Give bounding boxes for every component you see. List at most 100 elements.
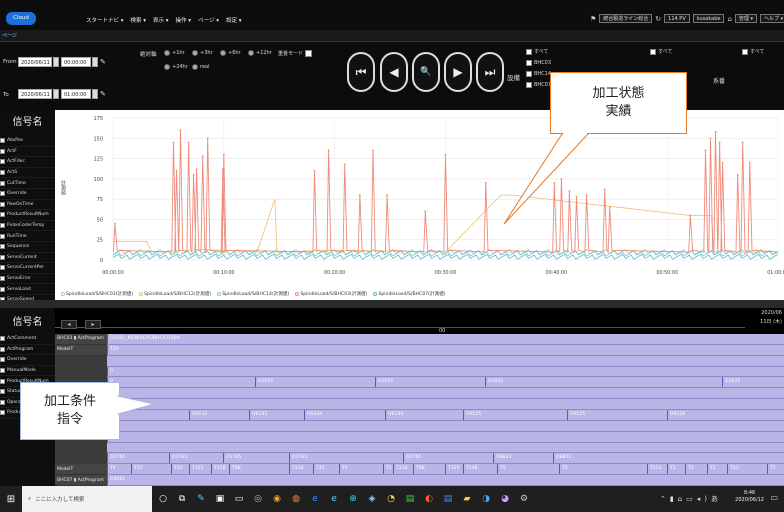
edge-icon[interactable]: e [307,491,323,507]
timeline-segment[interactable]: T98 [413,464,425,475]
radio-1hr[interactable]: +1hr [164,50,185,56]
timeline-lane[interactable]: O0001 [107,475,784,486]
timeline-lane[interactable]: O0132 O0133 O0134 O0134 O0125 O0125 O0126 [107,410,784,421]
signal-item[interactable]: RunTime [0,231,55,242]
help-menu[interactable]: ヘルプ ▾ [760,14,784,23]
excel-icon[interactable]: ▤ [402,491,418,507]
timeline-segment[interactable]: T125 [445,464,460,475]
terminal-icon[interactable]: ▣ [212,491,228,507]
timeline-segment[interactable]: T31 [313,464,325,475]
taskbar-clock[interactable]: 8:46 2020/06/12 [735,490,764,504]
legend-entry[interactable]: SpindleLoad/S/BHC03(計測値) [295,291,367,297]
radio-6hr[interactable]: +6hr [220,50,241,56]
signal-item[interactable]: ActFdec [0,157,55,168]
task-view-icon[interactable]: ⧉ [174,491,190,507]
last-page-button[interactable]: ⏭ [476,52,504,92]
to-calendar-icon[interactable] [53,89,59,99]
timeline-segment[interactable]: T5 [497,464,506,475]
system-tray[interactable]: ⌃▮⌂▭◂)あ [660,494,722,504]
timeline-segment[interactable]: O1765 [223,453,241,464]
equip-check-bhc07[interactable]: BHC07 [526,82,551,88]
timeline-segment[interactable]: T20 [107,344,119,355]
signal-item[interactable]: Override [0,189,55,200]
ie-icon[interactable]: e [326,491,342,507]
next-button[interactable]: ▶ [444,52,472,92]
timeline-segment[interactable]: O1765 [289,453,307,464]
to-edit-icon[interactable]: ✎ [100,90,106,98]
timeline-segment[interactable]: O0134 [385,410,403,420]
timeline-segment[interactable]: O1001_MEN/VE05/BHC/O1000 [107,334,180,344]
timeline-segment[interactable]: O1025 [375,377,393,388]
pattern-mode-toggle[interactable]: 重畳モード [278,50,313,57]
signal-item[interactable]: ServoError [0,274,55,285]
timeline-lane[interactable] [107,442,784,454]
timeline-lane[interactable]: O1765 O1765 O1765 O1765 O1765 O8823 O8822 [107,453,784,465]
timeline-segment[interactable]: O1765 [107,453,125,464]
timeline-segment[interactable]: O0001 [107,475,125,485]
signal-item[interactable]: ActF [0,147,55,158]
media-icon[interactable]: ◕ [497,491,513,507]
timeline-lane[interactable]: O1001_MEN/VE05/BHC/O1000 [107,334,784,345]
timeline-segment[interactable]: T158 [211,464,226,475]
from-edit-icon[interactable]: ✎ [100,58,106,66]
user-name[interactable]: kusakabe [692,14,725,23]
signal-item[interactable]: ServoCurrent [0,253,55,264]
timeline-segment[interactable]: O8822 [553,453,571,464]
mid-check-all[interactable]: すべて [650,48,672,55]
timeline-segment[interactable]: O0125 [567,410,585,420]
signal-item[interactable]: ServoCurrentPer [0,263,55,274]
legend-entry[interactable]: SpindleLoad/S/BHC07(計測値) [373,291,446,297]
timeline-segment[interactable]: O1765 [403,453,421,464]
timeline-lane[interactable]: 0 [107,431,784,443]
signal-item[interactable]: PulseCoderTemp [0,221,55,232]
powerpoint-icon[interactable]: ◐ [421,491,437,507]
signal-item[interactable]: AbsPos [0,136,55,147]
timeline-segment[interactable]: O1765 [169,453,187,464]
radio-12hr[interactable]: +12hr [248,50,272,56]
chat-icon[interactable]: ◔ [383,491,399,507]
timeline-lane[interactable]: 0O1025O1025O1025O1025 [107,377,784,389]
network-app-icon[interactable]: ◎ [250,491,266,507]
signal-lower-item[interactable]: ActProgram [0,345,55,356]
windows-start-icon[interactable]: ⊞ [0,494,22,505]
timeline-segment[interactable]: T2 [707,464,716,475]
from-date-input[interactable]: 2020/06/11 [18,57,52,67]
signal-lower-item[interactable]: ActComment [0,334,55,345]
timeline-ruler[interactable] [55,316,745,328]
timeline-next-button[interactable]: ▸ [85,320,101,329]
right-check-all[interactable]: すべて [742,48,764,55]
timeline-segment[interactable]: T5 [559,464,568,475]
radio-real[interactable]: real [192,64,209,70]
menu-search[interactable]: 検索 ▾ [131,16,147,24]
menu-operation[interactable]: 操作 ▾ [176,16,192,24]
remote-icon[interactable]: ◈ [364,491,380,507]
home-icon[interactable]: ⌂ [727,15,731,23]
menu-view[interactable]: 表示 ▾ [153,16,169,24]
chrome-icon[interactable]: ◉ [269,491,285,507]
signal-item[interactable]: CutTime [0,178,55,189]
globe-icon[interactable]: ⊕ [345,491,361,507]
menu-settings[interactable]: 設定 ▾ [226,16,242,24]
legend-entry[interactable]: SpindleLoad/S/BHC03(計測値) [61,291,133,297]
signal-item[interactable]: Sequence [0,242,55,253]
timeline-segment[interactable]: T123 [647,464,662,475]
to-time-spinner[interactable] [92,89,98,99]
timeline-segment[interactable]: T22 [131,464,143,475]
notification-icon[interactable]: ▭ [770,493,778,502]
from-calendar-icon[interactable] [53,57,59,67]
browser-icon[interactable]: ◑ [478,491,494,507]
signal-lower-item[interactable]: ManualMode [0,366,55,377]
timeline-segment[interactable]: T20 [171,464,183,475]
first-page-button[interactable]: ⏮ [347,52,375,92]
timeline-segment[interactable]: O0132 [189,410,207,420]
radio-24hr[interactable]: +24hr [164,64,188,70]
from-time-spinner[interactable] [92,57,98,67]
timeline-segment[interactable]: O0134 [304,410,322,420]
timeline-segment[interactable]: T148 [463,464,478,475]
legend-entry[interactable]: SpindleLoad/S/BHC14(計測値) [217,291,289,297]
timeline-segment[interactable]: O1025 [722,377,740,388]
pen-icon[interactable]: ✎ [193,491,209,507]
firefox-icon[interactable]: ◍ [288,491,304,507]
word-icon[interactable]: ▤ [440,491,456,507]
timeline-lane[interactable]: 0 [107,366,784,378]
